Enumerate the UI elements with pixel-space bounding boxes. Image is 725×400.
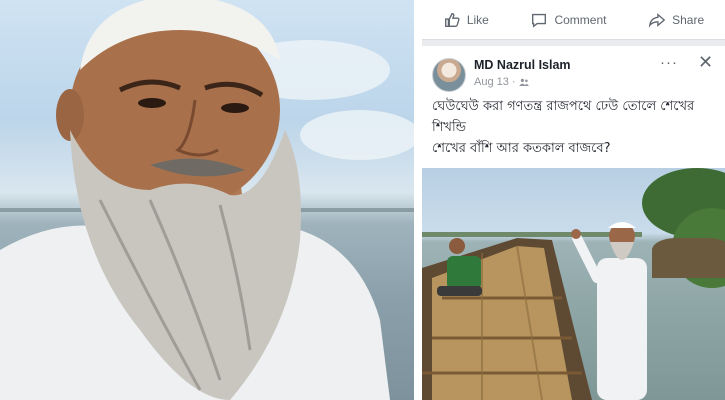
post-photo-boat[interactable] bbox=[422, 168, 725, 400]
man-portrait-figure bbox=[0, 0, 390, 400]
like-label: Like bbox=[466, 12, 489, 27]
share-label: Share bbox=[672, 12, 705, 27]
comment-button[interactable]: Comment bbox=[530, 11, 606, 29]
share-button[interactable]: Share bbox=[648, 11, 704, 29]
post-text-line: শিখন্ডি bbox=[432, 120, 467, 135]
facebook-post-panel: Like Comment Share MD Nazrul Islam Aug 1… bbox=[422, 0, 725, 400]
post-date[interactable]: Aug 13 bbox=[474, 76, 509, 88]
close-icon[interactable]: ✕ bbox=[698, 52, 713, 73]
more-options-icon[interactable]: ··· bbox=[660, 54, 678, 71]
like-button[interactable]: Like bbox=[443, 11, 489, 29]
thumbs-up-icon bbox=[444, 12, 460, 27]
friends-icon bbox=[518, 78, 529, 86]
selfie-photo bbox=[0, 0, 414, 400]
post-text-line: শেখের বাঁশি আর কতকাল বাজবে? bbox=[432, 141, 611, 156]
post-text: ঘেউঘেউ করা গণতন্ত্র রাজপথে ঢেউ তোলে শেখে… bbox=[432, 96, 717, 159]
avatar[interactable] bbox=[432, 58, 466, 92]
author-name[interactable]: MD Nazrul Islam bbox=[474, 58, 571, 72]
wooden-boat bbox=[422, 222, 647, 400]
post-action-bar: Like Comment Share bbox=[422, 0, 725, 40]
share-arrow-icon bbox=[648, 12, 666, 28]
comment-bubble-icon bbox=[532, 13, 547, 28]
image-divider bbox=[414, 0, 422, 400]
post-meta: Aug 13 · bbox=[474, 76, 529, 88]
comment-label: Comment bbox=[554, 12, 607, 27]
post-text-line: ঘেউঘেউ করা গণতন্ত্র রাজপথে ঢেউ তোলে শেখে… bbox=[432, 99, 695, 114]
post-header: MD Nazrul Islam Aug 13 · ··· ✕ bbox=[422, 46, 725, 98]
